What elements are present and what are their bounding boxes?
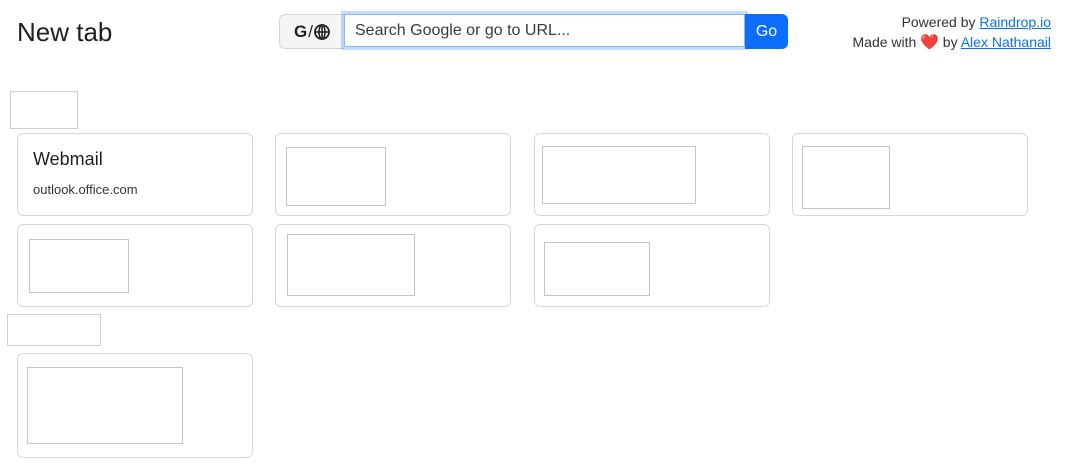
search-bar: G / Go bbox=[279, 14, 788, 49]
raindrop-link[interactable]: Raindrop.io bbox=[979, 14, 1051, 30]
credits: Powered by Raindrop.io Made with ❤️ by A… bbox=[853, 12, 1051, 53]
bookmark-card[interactable] bbox=[275, 224, 511, 307]
bookmark-card[interactable] bbox=[792, 133, 1028, 216]
new-tab-page: New tab G / Go Powered by Raindrop.io Ma… bbox=[0, 0, 1080, 476]
bookmark-title: Webmail bbox=[33, 149, 103, 169]
bookmark-thumbnail bbox=[286, 147, 386, 206]
made-with-line: Made with ❤️ by Alex Nathanail bbox=[853, 32, 1051, 53]
heart-icon: ❤️ bbox=[920, 34, 939, 51]
page-title: New tab bbox=[17, 17, 113, 47]
group-header-image bbox=[7, 314, 101, 346]
powered-by-line: Powered by Raindrop.io bbox=[853, 12, 1051, 32]
bookmark-card[interactable] bbox=[17, 224, 253, 307]
group-header-image bbox=[10, 91, 78, 129]
bookmark-card[interactable] bbox=[534, 224, 770, 307]
powered-by-text: Powered by bbox=[901, 14, 976, 30]
google-engine-label: G bbox=[294, 21, 308, 41]
made-by-text: by bbox=[942, 34, 958, 50]
bookmark-thumbnail bbox=[29, 239, 129, 293]
bookmark-card[interactable] bbox=[275, 133, 511, 216]
search-engine-toggle[interactable]: G / bbox=[279, 14, 344, 49]
author-link[interactable]: Alex Nathanail bbox=[961, 34, 1051, 50]
bookmark-thumbnail bbox=[802, 146, 890, 209]
bookmark-thumbnail bbox=[542, 146, 696, 204]
bookmark-thumbnail bbox=[544, 242, 650, 296]
made-with-text: Made with bbox=[852, 34, 917, 50]
search-input[interactable] bbox=[344, 14, 745, 47]
bookmark-domain: outlook.office.com bbox=[33, 182, 138, 197]
bookmark-card[interactable] bbox=[17, 353, 253, 458]
engine-separator: / bbox=[308, 21, 313, 41]
bookmark-thumbnail bbox=[287, 234, 415, 296]
bookmark-card[interactable] bbox=[534, 133, 770, 216]
bookmark-thumbnail bbox=[27, 367, 183, 444]
globe-icon bbox=[314, 23, 330, 40]
go-button[interactable]: Go bbox=[745, 14, 788, 49]
bookmark-card-webmail[interactable]: Webmail outlook.office.com bbox=[17, 133, 253, 216]
